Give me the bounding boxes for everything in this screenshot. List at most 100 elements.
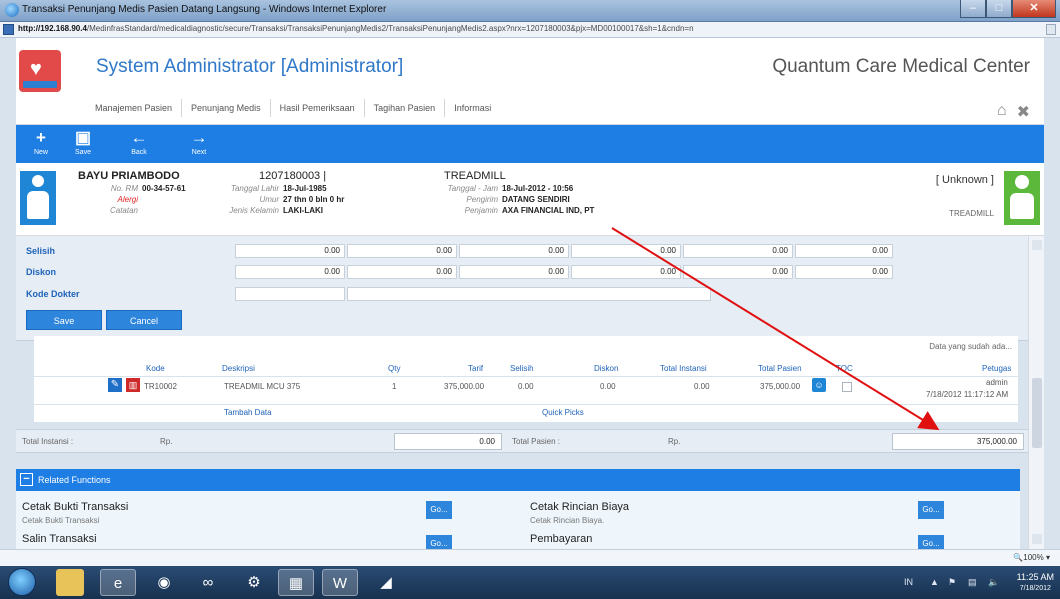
row-deskripsi: TREADMIL MCU 375	[224, 382, 301, 391]
system-clock[interactable]: 11:25 AM 7/18/2012	[1017, 572, 1054, 594]
total-pasien-value: 375,000.00	[892, 433, 1024, 450]
back-button[interactable]: ← Back	[120, 127, 158, 161]
spreadsheet-app-icon[interactable]: ▦	[278, 569, 314, 596]
nav-penunjang-medis[interactable]: Penunjang Medis	[182, 99, 271, 117]
explorer-folder-icon[interactable]	[56, 569, 84, 596]
url-text[interactable]: http://192.168.90.4/MedinfrasStandard/me…	[18, 24, 694, 33]
allergy-label: Alergi	[117, 195, 138, 204]
selisih-field-5[interactable]: 0.00	[683, 244, 793, 258]
row-petugas-name: admin	[986, 378, 1008, 387]
service-name: TREADMILL	[444, 170, 506, 182]
infinity-app-icon[interactable]: ∞	[190, 569, 226, 596]
total-pasien-label: Total Pasien :	[512, 437, 561, 446]
notes-label: Catatan	[109, 206, 138, 215]
col-diskon: Diskon	[594, 364, 619, 373]
address-bar[interactable]: http://192.168.90.4/MedinfrasStandard/me…	[0, 22, 1060, 38]
form-save-button[interactable]: Save	[26, 310, 102, 330]
home-icon[interactable]: ⌂	[997, 102, 1007, 122]
nama-dokter-input[interactable]	[347, 287, 711, 301]
col-selisih: Selisih	[510, 364, 534, 373]
total-instansi-currency: Rp.	[160, 437, 173, 446]
rf-cetak-bukti-title: Cetak Bukti Transaksi	[22, 501, 129, 513]
col-petugas: Petugas	[982, 364, 1012, 373]
toc-checkbox[interactable]	[842, 382, 852, 392]
new-button[interactable]: + New	[22, 127, 60, 161]
plus-icon: +	[36, 128, 46, 147]
scroll-down-icon[interactable]	[1032, 534, 1042, 544]
monitor-icon	[23, 81, 57, 88]
nav-hasil-pemeriksaan[interactable]: Hasil Pemeriksaan	[271, 99, 365, 117]
language-indicator[interactable]: IN	[904, 577, 913, 587]
zoom-level[interactable]: 🔍100% ▾	[1013, 553, 1050, 562]
rf-cetak-rincian-title: Cetak Rincian Biaya	[530, 501, 630, 513]
row-kode: TR10002	[144, 382, 177, 391]
next-button[interactable]: → Next	[180, 127, 218, 161]
form-cancel-button[interactable]: Cancel	[106, 310, 182, 330]
header-icons: ⌂ ✖	[997, 102, 1030, 122]
chrome-icon[interactable]: ◉	[146, 569, 182, 596]
row-diskon: 0.00	[600, 382, 616, 391]
related-functions-title: Related Functions	[38, 475, 111, 485]
selisih-field-3[interactable]: 0.00	[459, 244, 569, 258]
diskon-field-1[interactable]: 0.00	[235, 265, 345, 279]
scroll-thumb[interactable]	[1032, 378, 1042, 448]
patient-avatar	[20, 171, 56, 225]
tambah-data-link[interactable]: Tambah Data	[224, 408, 272, 417]
grid-header-divider	[34, 376, 1018, 377]
doctor-status: [ Unknown ]	[935, 174, 994, 186]
internet-explorer-taskbar-icon[interactable]: e	[100, 569, 136, 596]
diskon-field-6[interactable]: 0.00	[795, 265, 893, 279]
sex-value: LAKI-LAKI	[283, 206, 323, 215]
nav-informasi[interactable]: Informasi	[445, 99, 500, 117]
dob-label: Tanggal Lahir	[230, 184, 279, 193]
flag-icon[interactable]: ⚑	[948, 577, 956, 588]
person-icon[interactable]: ☺	[812, 378, 826, 392]
rf-cetak-bukti-go-button[interactable]: Go...	[426, 501, 452, 519]
browser-title-bar: Transaksi Penunjang Medis Pasien Datang …	[0, 0, 1060, 22]
kode-dokter-input[interactable]	[235, 287, 345, 301]
selisih-field-2[interactable]: 0.00	[347, 244, 457, 258]
close-button[interactable]: ✕	[1012, 0, 1056, 18]
diskon-field-2[interactable]: 0.00	[347, 265, 457, 279]
dob-value: 18-Jul-1985	[283, 184, 327, 193]
guarantor-label: Penjamin	[464, 206, 498, 215]
selisih-field-4[interactable]: 0.00	[571, 244, 681, 258]
network-app-icon[interactable]: ⚙	[236, 569, 272, 596]
scroll-up-icon[interactable]	[1032, 240, 1042, 250]
delete-icon[interactable]: ▥	[126, 378, 140, 392]
floppy-disk-icon: ▣	[74, 128, 92, 147]
word-icon[interactable]: W	[322, 569, 358, 596]
save-button[interactable]: ▣ Save	[64, 127, 102, 161]
maximize-button[interactable]: □	[986, 0, 1012, 18]
diskon-field-3[interactable]: 0.00	[459, 265, 569, 279]
doctor-service: TREADMILL	[949, 209, 994, 218]
logout-icon[interactable]: ✖	[1017, 102, 1030, 122]
windows-taskbar: e ◉ ∞ ⚙ ▦ W ◢ IN ▲ ⚑ ▤ 🔈 11:25 AM 7/18/2…	[0, 566, 1060, 599]
rf-salin-go-button[interactable]: Go...	[426, 535, 452, 549]
page-scrollbar[interactable]	[1028, 236, 1044, 549]
nav-manajemen-pasien[interactable]: Manajemen Pasien	[86, 99, 183, 117]
existing-data-strip: Data yang sudah ada...	[34, 336, 1018, 358]
related-functions-header[interactable]: − Related Functions	[16, 469, 1020, 491]
tray-expand-icon[interactable]: ▲	[930, 577, 939, 587]
diskon-field-4[interactable]: 0.00	[571, 265, 681, 279]
row-selisih: 0.00	[518, 382, 534, 391]
selisih-field-1[interactable]: 0.00	[235, 244, 345, 258]
start-button[interactable]	[8, 568, 36, 596]
rf-salin-title: Salin Transaksi	[22, 533, 97, 545]
address-scroll-icon[interactable]	[1046, 24, 1056, 35]
volume-icon[interactable]: 🔈	[988, 577, 999, 588]
nav-tagihan-pasien[interactable]: Tagihan Pasien	[365, 99, 446, 117]
col-toc: TOC	[836, 364, 853, 373]
network-tray-icon[interactable]: ▤	[968, 577, 977, 588]
edit-icon[interactable]: ✎	[108, 378, 122, 392]
diskon-field-5[interactable]: 0.00	[683, 265, 793, 279]
quick-picks-link[interactable]: Quick Picks	[542, 408, 584, 417]
rf-pembayaran-go-button[interactable]: Go...	[918, 535, 944, 549]
minimize-button[interactable]: –	[960, 0, 986, 18]
paint-app-icon[interactable]: ◢	[368, 569, 404, 596]
rm-label: No. RM	[110, 184, 138, 193]
collapse-icon[interactable]: −	[20, 473, 33, 486]
rf-cetak-rincian-go-button[interactable]: Go...	[918, 501, 944, 519]
selisih-field-6[interactable]: 0.00	[795, 244, 893, 258]
